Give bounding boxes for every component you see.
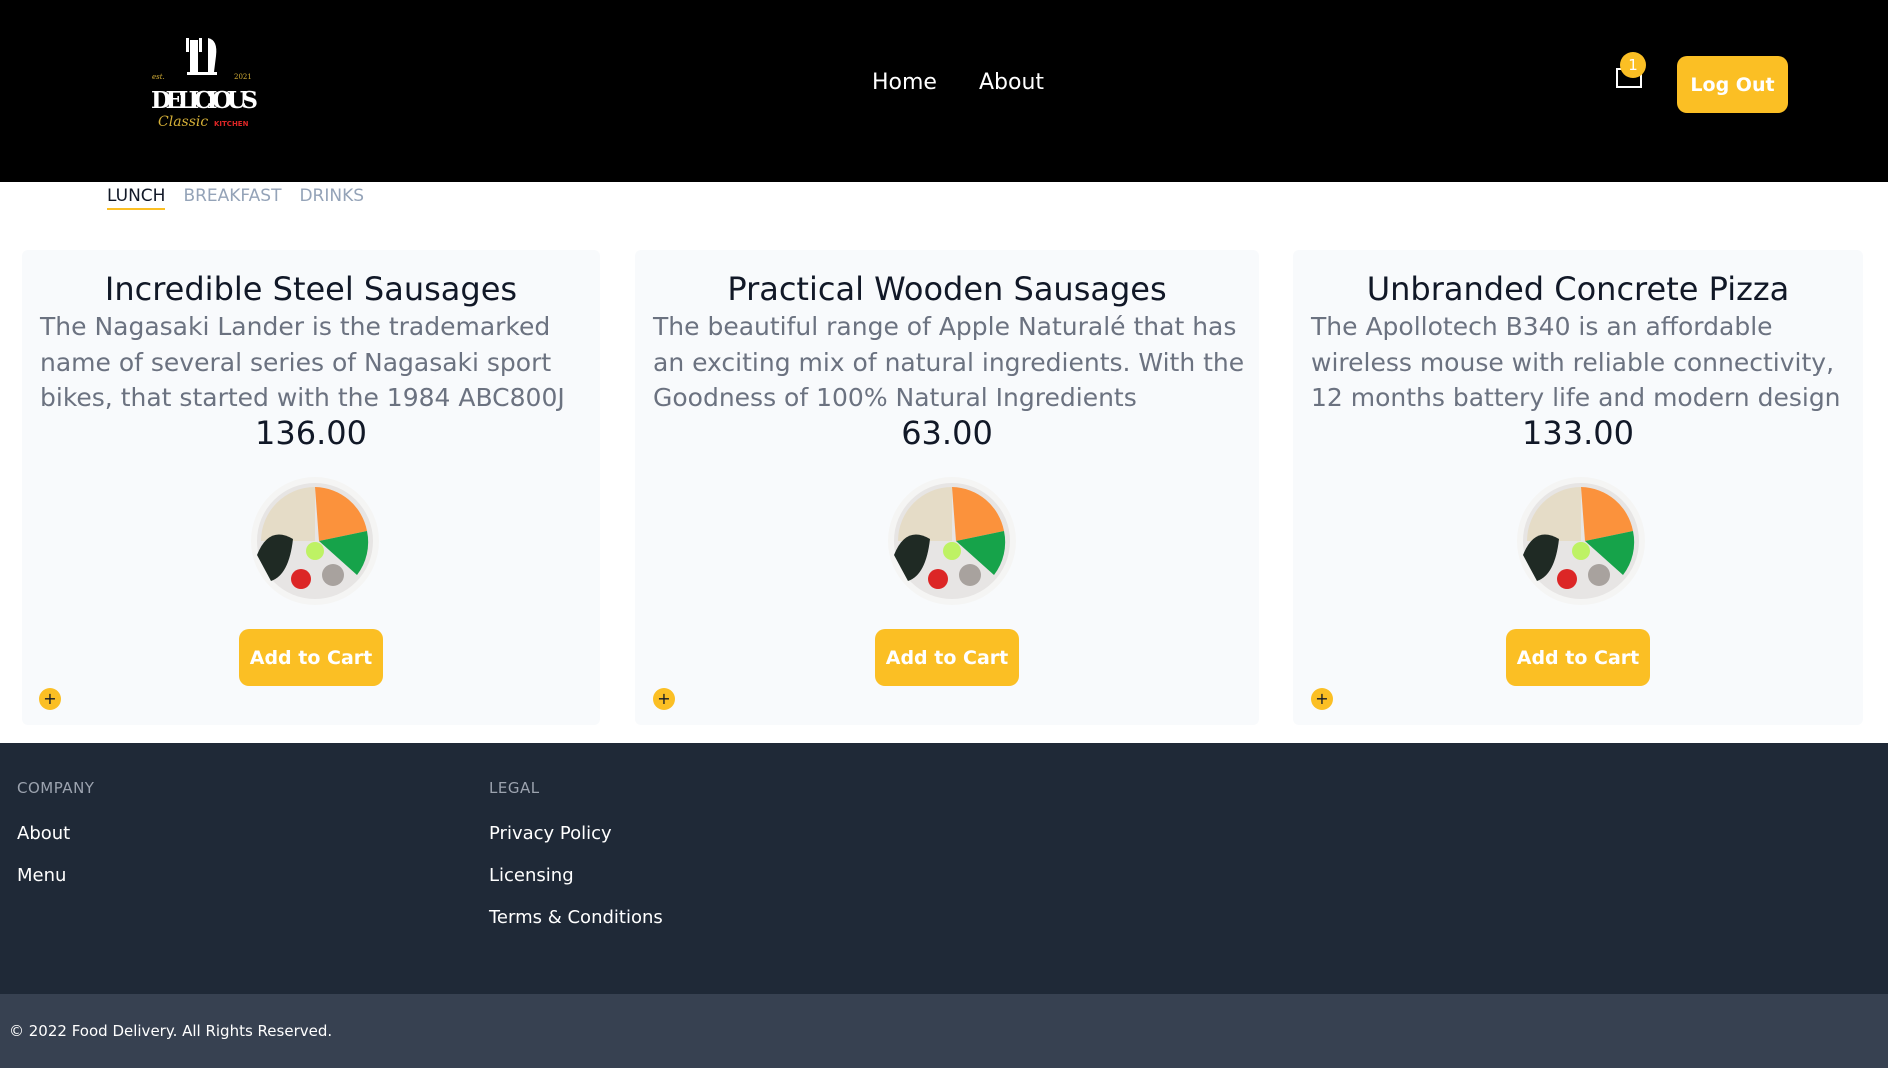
nav-link-home[interactable]: Home: [872, 70, 937, 95]
plus-icon[interactable]: +: [1311, 688, 1333, 710]
nav-link-about[interactable]: About: [979, 70, 1044, 95]
product-card: Unbranded Concrete Pizza The Apollotech …: [1293, 250, 1863, 725]
footer-company-column: COMPANY About Menu: [17, 779, 94, 907]
product-description: The beautiful range of Apple Naturalé th…: [653, 312, 1245, 412]
footer-link-menu[interactable]: Menu: [17, 865, 94, 886]
product-title: Incredible Steel Sausages: [104, 270, 518, 308]
product-card: Incredible Steel Sausages The Nagasaki L…: [22, 250, 600, 725]
product-price: 136.00: [255, 414, 367, 452]
plus-icon[interactable]: +: [653, 688, 675, 710]
product-price: 133.00: [1522, 414, 1634, 452]
tab-lunch[interactable]: LUNCH: [107, 186, 166, 210]
svg-text:est.: est.: [152, 73, 165, 81]
food-bowl-image: [1517, 477, 1645, 605]
product-description: The Apollotech B340 is an affordable wir…: [1311, 312, 1841, 412]
product-title: Unbranded Concrete Pizza: [1366, 270, 1790, 308]
tab-breakfast[interactable]: BREAKFAST: [183, 186, 281, 210]
svg-text:Classic: Classic: [158, 114, 208, 130]
main-nav: Home About: [872, 70, 1044, 95]
plus-icon[interactable]: +: [39, 688, 61, 710]
food-bowl-image: [888, 477, 1016, 605]
footer-bottom-bar: © 2022 Food Delivery. All Rights Reserve…: [0, 994, 1888, 1068]
svg-text:KITCHEN: KITCHEN: [214, 120, 249, 128]
footer-link-licensing[interactable]: Licensing: [489, 865, 663, 886]
category-tabs: LUNCH BREAKFAST DRINKS: [107, 186, 364, 210]
footer-link-about[interactable]: About: [17, 823, 94, 844]
product-card: Practical Wooden Sausages The beautiful …: [635, 250, 1259, 725]
product-description: The Nagasaki Lander is the trademarked n…: [40, 312, 565, 412]
footer-link-terms[interactable]: Terms & Conditions: [489, 907, 663, 928]
food-bowl-image: [251, 477, 379, 605]
product-price: 63.00: [901, 414, 993, 452]
add-to-cart-button[interactable]: Add to Cart: [239, 629, 383, 686]
logout-button[interactable]: Log Out: [1677, 56, 1788, 113]
footer-link-privacy-policy[interactable]: Privacy Policy: [489, 823, 663, 844]
add-to-cart-button[interactable]: Add to Cart: [875, 629, 1019, 686]
footer-legal-column: LEGAL Privacy Policy Licensing Terms & C…: [489, 779, 663, 949]
delicious-classic-kitchen-logo[interactable]: est. 2021 DELICIOUS Classic KITCHEN: [142, 36, 268, 136]
site-header: est. 2021 DELICIOUS Classic KITCHEN Home…: [0, 0, 1888, 182]
svg-text:DELICIOUS: DELICIOUS: [151, 87, 258, 114]
product-title: Practical Wooden Sausages: [727, 270, 1167, 308]
cart-count-badge: 1: [1620, 52, 1646, 78]
site-footer: COMPANY About Menu LEGAL Privacy Policy …: [0, 743, 1888, 994]
footer-heading-company: COMPANY: [17, 779, 95, 797]
copyright-text: © 2022 Food Delivery. All Rights Reserve…: [9, 1022, 333, 1040]
add-to-cart-button[interactable]: Add to Cart: [1506, 629, 1650, 686]
svg-text:2021: 2021: [234, 73, 252, 81]
tab-drinks[interactable]: DRINKS: [299, 186, 364, 210]
footer-heading-legal: LEGAL: [489, 779, 540, 797]
